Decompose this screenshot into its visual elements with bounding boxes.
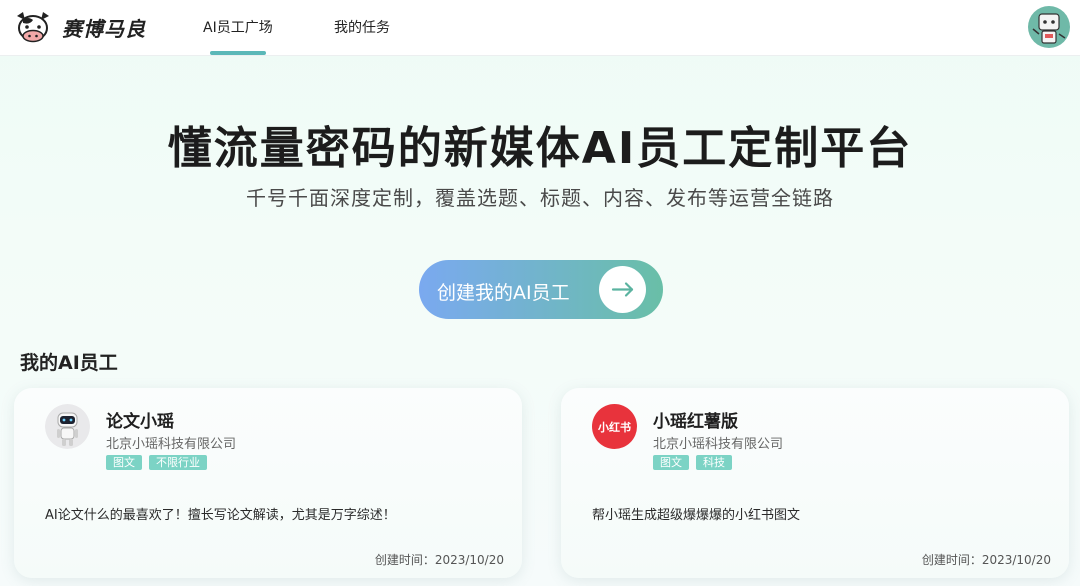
- arrow-right-icon: [599, 266, 646, 313]
- ai-employee-card[interactable]: 小红书 小瑶红薯版 北京小瑶科技有限公司 图文 科技 帮小瑶生成超级爆爆爆的小红…: [561, 388, 1069, 578]
- created-date: 创建时间：2023/10/20: [374, 553, 504, 567]
- top-header: 赛博马良 AI员工广场 我的任务: [0, 0, 1080, 56]
- employee-name: 小瑶红薯版: [653, 412, 738, 432]
- active-nav-indicator: [210, 51, 266, 55]
- xiaohongshu-logo-text: 小红书: [598, 420, 631, 434]
- xiaohongshu-logo-icon: 小红书: [592, 404, 637, 449]
- create-ai-employee-button[interactable]: 创建我的AI员工: [419, 260, 663, 319]
- ai-employee-card[interactable]: 论文小瑶 北京小瑶科技有限公司 图文 不限行业 AI论文什么的最喜欢了！擅长写论…: [14, 388, 522, 578]
- employee-company: 北京小瑶科技有限公司: [106, 437, 237, 452]
- hero-subtitle: 千号千面深度定制，覆盖选题、标题、内容、发布等运营全链路: [246, 186, 834, 210]
- tag: 图文: [106, 455, 142, 470]
- my-ai-employees-heading: 我的AI员工: [20, 352, 118, 374]
- tag-list: 图文 不限行业: [106, 455, 207, 470]
- nav-ai-employee-plaza[interactable]: AI员工广场: [203, 17, 273, 37]
- tag: 图文: [653, 455, 689, 470]
- created-date: 创建时间：2023/10/20: [921, 553, 1051, 567]
- brand-name[interactable]: 赛博马良: [62, 13, 146, 42]
- robot-user-icon: [1032, 13, 1066, 44]
- create-ai-employee-label: 创建我的AI员工: [437, 282, 570, 304]
- hero-title: 懂流量密码的新媒体AI员工定制平台: [167, 123, 913, 174]
- employee-description: AI论文什么的最喜欢了！擅长写论文解读，尤其是万字综述！: [45, 508, 396, 523]
- nav-my-tasks[interactable]: 我的任务: [334, 17, 390, 37]
- user-avatar[interactable]: [1028, 6, 1070, 48]
- tag: 不限行业: [149, 455, 207, 470]
- tag: 科技: [696, 455, 732, 470]
- employee-description: 帮小瑶生成超级爆爆爆的小红书图文: [592, 508, 801, 523]
- tag-list: 图文 科技: [653, 455, 732, 470]
- employee-company: 北京小瑶科技有限公司: [653, 437, 784, 452]
- cow-logo-icon[interactable]: [14, 8, 52, 46]
- robot-avatar-icon: [45, 404, 90, 449]
- employee-name: 论文小瑶: [106, 412, 174, 432]
